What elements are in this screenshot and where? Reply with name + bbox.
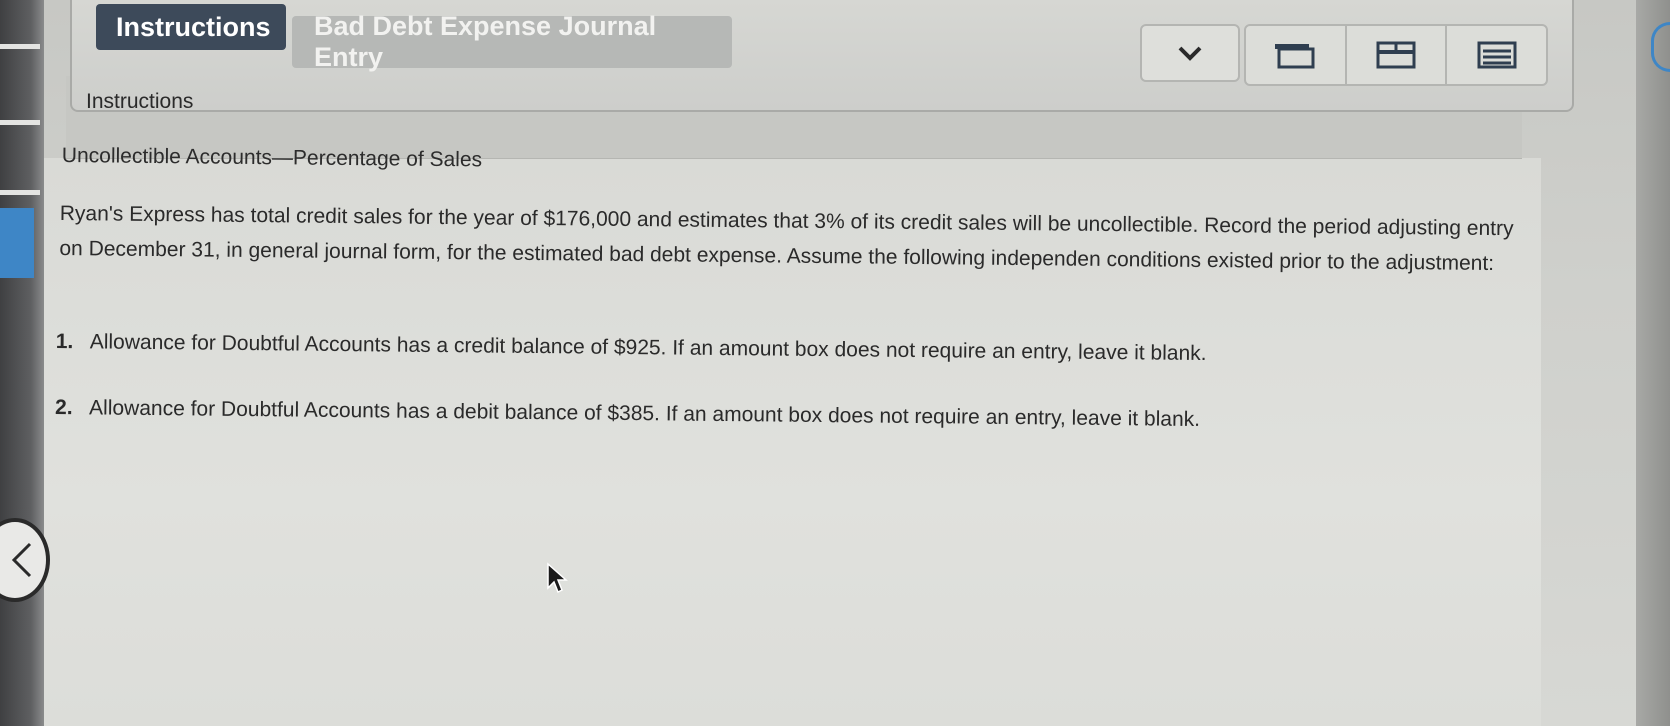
left-sidebar — [0, 0, 44, 726]
conditions-list: 1. Allowance for Doubtful Accounts has a… — [55, 322, 1516, 469]
tab-journal-entry[interactable]: Bad Debt Expense Journal Entry — [292, 11, 732, 72]
panel-title: Instructions — [86, 90, 194, 113]
screen: Instructions Bad Debt Expense Journal En… — [0, 0, 1670, 726]
single-view-button[interactable] — [1246, 26, 1347, 84]
tab-instructions-label: Instructions — [116, 11, 271, 42]
list-view-button[interactable] — [1447, 26, 1546, 84]
tab-journal-entry-label: Bad Debt Expense Journal Entry — [314, 11, 657, 72]
dropdown-button[interactable] — [1140, 24, 1240, 82]
mouse-cursor-icon — [547, 562, 568, 594]
sidebar-divider — [0, 190, 40, 195]
tab-instructions[interactable]: Instructions — [96, 4, 286, 50]
list-item-number: 2. — [54, 395, 73, 420]
section-heading: Uncollectible Accounts—Percentage of Sal… — [61, 144, 483, 172]
view-mode-group — [1244, 24, 1548, 86]
split-panel-icon — [1376, 41, 1416, 69]
list-item-text: Allowance for Doubtful Accounts has a de… — [88, 396, 1201, 431]
split-view-button[interactable] — [1347, 26, 1448, 84]
right-accent-icon[interactable] — [1651, 22, 1670, 72]
single-panel-icon — [1275, 44, 1315, 69]
chevron-down-icon — [1178, 46, 1202, 61]
sidebar-divider — [0, 44, 40, 49]
chevron-left-icon — [11, 542, 32, 578]
list-panel-icon — [1477, 41, 1517, 69]
sidebar-active-indicator — [0, 208, 34, 278]
list-item-number: 1. — [55, 329, 74, 354]
top-toolbar: Instructions Bad Debt Expense Journal En… — [70, 0, 1574, 112]
right-sidebar — [1636, 0, 1670, 726]
sidebar-divider — [0, 120, 40, 125]
list-item-text: Allowance for Doubtful Accounts has a cr… — [89, 330, 1207, 366]
